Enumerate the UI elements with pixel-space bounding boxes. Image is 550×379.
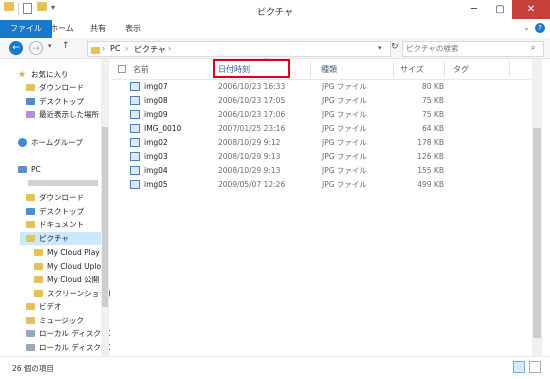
nav-pc-documents[interactable]: ドキュメント bbox=[26, 218, 84, 231]
back-button[interactable]: ← bbox=[9, 41, 23, 55]
help-icon[interactable]: ? bbox=[535, 23, 545, 33]
search-icon: ⌕ bbox=[531, 43, 536, 52]
column-divider[interactable] bbox=[509, 61, 510, 77]
music-icon bbox=[26, 316, 35, 324]
drive-icon bbox=[26, 343, 35, 351]
address-dropdown-icon[interactable]: ▾ bbox=[378, 44, 382, 52]
nav-favorite-desktop[interactable]: デスクトップ bbox=[26, 95, 84, 108]
title-bar: ▾ ピクチャ ─ ▢ ✕ bbox=[0, 0, 550, 21]
select-all-checkbox[interactable] bbox=[118, 65, 126, 73]
address-row: ← → ▾ ↑ › PC › ピクチャ › ▾ ↻ ⌕ bbox=[0, 38, 550, 59]
image-file-icon bbox=[130, 82, 140, 91]
nav-local-disk-d[interactable]: ローカル ディスク (D bbox=[26, 341, 110, 354]
computer-icon bbox=[18, 165, 27, 173]
homegroup-icon bbox=[18, 137, 27, 147]
image-file-icon bbox=[130, 110, 140, 119]
column-divider[interactable] bbox=[393, 61, 394, 77]
folder-icon bbox=[34, 248, 43, 256]
minimize-button[interactable]: ─ bbox=[461, 0, 487, 19]
file-row[interactable]: img02 2008/10/29 9:12 JPG ファイル 178 KB bbox=[130, 136, 450, 150]
close-button[interactable]: ✕ bbox=[512, 0, 550, 19]
recent-locations-icon[interactable]: ▾ bbox=[48, 42, 52, 50]
pictures-icon bbox=[26, 234, 35, 242]
file-row[interactable]: img05 2009/05/07 12:26 JPG ファイル 499 KB bbox=[130, 178, 450, 192]
downloads-icon bbox=[26, 193, 35, 201]
column-divider[interactable] bbox=[310, 61, 311, 77]
highlight-box bbox=[213, 59, 290, 78]
maximize-button[interactable]: ▢ bbox=[487, 0, 513, 19]
blurred-user-item bbox=[28, 180, 98, 186]
documents-icon bbox=[26, 220, 35, 228]
address-folder-icon bbox=[91, 47, 100, 54]
image-file-icon bbox=[130, 180, 140, 189]
forward-button[interactable]: → bbox=[29, 41, 43, 55]
folder-icon bbox=[34, 262, 43, 270]
nav-pc-pictures[interactable]: ピクチャ bbox=[20, 232, 107, 245]
search-box[interactable]: ⌕ bbox=[402, 41, 544, 57]
tab-share[interactable]: 共有 bbox=[82, 20, 114, 38]
file-list: img07 2006/10/23 16:33 JPG ファイル 80 KB img08… bbox=[111, 80, 531, 200]
folder-icon bbox=[34, 275, 43, 283]
tab-home[interactable]: ホーム bbox=[42, 20, 82, 38]
column-size[interactable]: サイズ bbox=[400, 64, 424, 75]
crumb-separator-icon: › bbox=[102, 44, 106, 53]
recent-places-icon bbox=[26, 110, 35, 118]
column-type[interactable]: 種類 bbox=[321, 64, 337, 75]
nav-mycloud-upload[interactable]: My Cloud Uplo bbox=[34, 260, 101, 273]
nav-favorite-downloads[interactable]: ダウンロード bbox=[26, 81, 84, 94]
nav-scrollbar-thumb[interactable] bbox=[102, 127, 108, 307]
ribbon-expand-icon[interactable]: ⌄ bbox=[523, 23, 530, 32]
nav-pc-music[interactable]: ミュージック bbox=[26, 314, 84, 327]
crumb-separator-icon: › bbox=[168, 44, 172, 53]
item-count: 26 個の項目 bbox=[12, 364, 54, 373]
nav-pc[interactable]: PC bbox=[18, 163, 41, 176]
image-file-icon bbox=[130, 96, 140, 105]
crumb-pc[interactable]: PC bbox=[110, 44, 120, 53]
nav-screenshots[interactable]: スクリーンショット bbox=[34, 287, 110, 300]
nav-favorites[interactable]: ★ お気に入り bbox=[18, 68, 69, 81]
column-name[interactable]: 名前 bbox=[133, 64, 149, 75]
nav-pc-downloads[interactable]: ダウンロード bbox=[26, 191, 84, 204]
column-tag[interactable]: タグ bbox=[453, 64, 469, 75]
refresh-icon[interactable]: ↻ bbox=[391, 42, 399, 52]
file-list-scrollbar-thumb[interactable] bbox=[533, 128, 541, 338]
nav-pc-desktop[interactable]: デスクトップ bbox=[26, 205, 84, 218]
crumb-separator-icon: › bbox=[125, 44, 129, 53]
nav-mycloud-play[interactable]: My Cloud Play bbox=[34, 246, 100, 259]
file-row[interactable]: IMG_0010 2007/01/25 23:16 JPG ファイル 64 KB bbox=[130, 122, 450, 136]
folder-icon bbox=[34, 289, 43, 297]
nav-favorite-recent[interactable]: 最近表示した場所 bbox=[26, 108, 99, 121]
file-row[interactable]: img03 2008/10/29 9:13 JPG ファイル 126 KB bbox=[130, 150, 450, 164]
tab-view[interactable]: 表示 bbox=[117, 20, 149, 38]
drive-icon bbox=[26, 329, 35, 337]
nav-mycloud-public[interactable]: My Cloud 公開 bbox=[34, 273, 99, 286]
image-file-icon bbox=[130, 124, 140, 133]
downloads-icon bbox=[26, 83, 35, 91]
large-icons-view-icon[interactable] bbox=[529, 361, 541, 373]
nav-pc-videos[interactable]: ビデオ bbox=[26, 300, 62, 313]
videos-icon bbox=[26, 302, 35, 310]
desktop-icon bbox=[26, 207, 35, 215]
file-row[interactable]: img07 2006/10/23 16:33 JPG ファイル 80 KB bbox=[130, 80, 450, 94]
file-row[interactable]: img04 2008/10/29 9:13 JPG ファイル 155 KB bbox=[130, 164, 450, 178]
nav-homegroup[interactable]: ホームグループ bbox=[18, 136, 83, 149]
nav-local-disk-c[interactable]: ローカル ディスク (C bbox=[26, 327, 110, 340]
desktop-icon bbox=[26, 97, 35, 105]
column-header: 名前 日付時刻 ^ 種類 サイズ タグ bbox=[111, 58, 531, 80]
image-file-icon bbox=[130, 152, 140, 161]
image-file-icon bbox=[130, 166, 140, 175]
address-bar[interactable]: › PC › ピクチャ › bbox=[87, 41, 391, 57]
file-row[interactable]: img09 2006/10/23 17:06 JPG ファイル 75 KB bbox=[130, 108, 450, 122]
ribbon-tabs: ファイル ホーム 共有 表示 ⌄ ? bbox=[0, 20, 550, 39]
status-bar: 26 個の項目 bbox=[0, 356, 550, 379]
crumb-pictures[interactable]: ピクチャ bbox=[134, 44, 166, 55]
details-view-icon[interactable] bbox=[513, 361, 525, 373]
navigation-pane: ★ お気に入り ダウンロード デスクトップ 最近表示した場所 ホームグループ PC… bbox=[0, 59, 110, 356]
column-divider[interactable] bbox=[444, 61, 445, 77]
file-row[interactable]: img08 2006/10/23 17:05 JPG ファイル 75 KB bbox=[130, 94, 450, 108]
image-file-icon bbox=[130, 138, 140, 147]
up-button[interactable]: ↑ bbox=[62, 41, 70, 51]
search-input[interactable] bbox=[406, 43, 526, 54]
